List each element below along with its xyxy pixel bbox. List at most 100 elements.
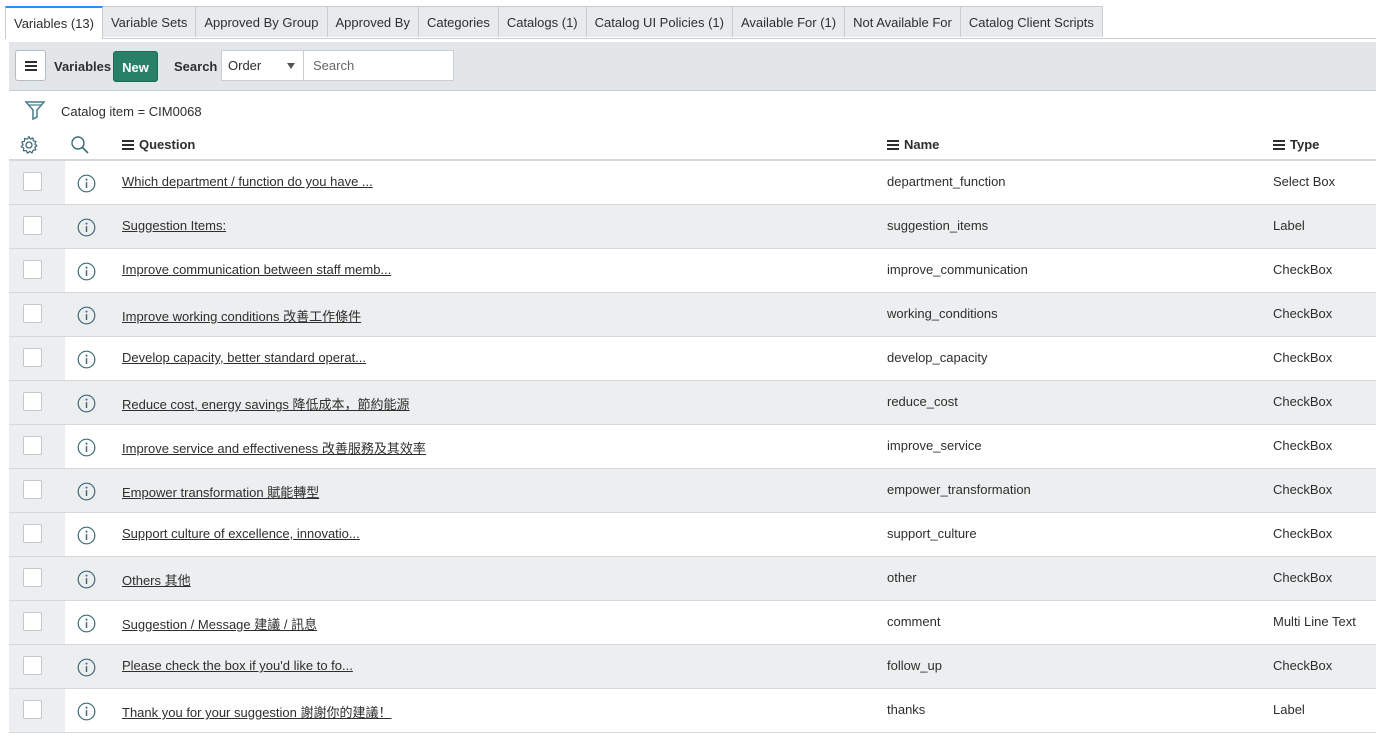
variable-type: Multi Line Text bbox=[1273, 614, 1356, 629]
info-icon[interactable] bbox=[77, 614, 96, 636]
row-checkbox[interactable] bbox=[23, 260, 42, 279]
tab-catalogs[interactable]: Catalogs (1) bbox=[497, 6, 587, 37]
variable-name: other bbox=[887, 570, 917, 585]
table-row: Please check the box if you'd like to fo… bbox=[9, 645, 1376, 689]
column-header-name[interactable]: Name bbox=[887, 137, 939, 152]
info-icon[interactable] bbox=[77, 438, 96, 460]
info-icon[interactable] bbox=[77, 174, 96, 196]
column-label: Name bbox=[904, 137, 940, 152]
table-row: Others 其他 other CheckBox bbox=[9, 557, 1376, 601]
table-row: Support culture of excellence, innovatio… bbox=[9, 513, 1376, 557]
row-checkbox[interactable] bbox=[23, 392, 42, 411]
search-icon[interactable] bbox=[70, 135, 90, 158]
table-row: Improve communication between staff memb… bbox=[9, 249, 1376, 293]
question-link[interactable]: Reduce cost, energy savings 降低成本，節約能源 bbox=[122, 394, 410, 413]
table-row: Develop capacity, better standard operat… bbox=[9, 337, 1376, 381]
filter-icon[interactable] bbox=[24, 99, 46, 124]
row-checkbox[interactable] bbox=[23, 172, 42, 191]
table-row: Suggestion Items: suggestion_items Label bbox=[9, 205, 1376, 249]
info-icon[interactable] bbox=[77, 262, 96, 284]
variable-name: follow_up bbox=[887, 658, 942, 673]
select-cell bbox=[9, 601, 65, 644]
info-icon[interactable] bbox=[77, 482, 96, 504]
select-cell bbox=[9, 161, 65, 204]
variable-type: CheckBox bbox=[1273, 658, 1333, 673]
tab-not-available-for[interactable]: Not Available For bbox=[844, 6, 961, 37]
list-title: Variables bbox=[54, 59, 112, 74]
table-row: Reduce cost, energy savings 降低成本，節約能源 red… bbox=[9, 381, 1376, 425]
related-list-tabs: Variables (13) Variable Sets Approved By G… bbox=[5, 6, 1376, 39]
new-button[interactable]: New bbox=[113, 51, 158, 82]
tab-approved-by[interactable]: Approved By bbox=[326, 6, 419, 37]
select-cell bbox=[9, 513, 65, 556]
search-label: Search bbox=[174, 59, 218, 74]
row-checkbox[interactable] bbox=[23, 216, 42, 235]
row-checkbox[interactable] bbox=[23, 436, 42, 455]
variable-name: improve_communication bbox=[887, 262, 1028, 277]
question-link[interactable]: Which department / function do you have … bbox=[122, 174, 373, 189]
column-menu-icon[interactable] bbox=[122, 139, 134, 150]
row-checkbox[interactable] bbox=[23, 480, 42, 499]
variable-type: Label bbox=[1273, 218, 1305, 233]
tab-catalog-ui-policies[interactable]: Catalog UI Policies (1) bbox=[585, 6, 733, 37]
question-link[interactable]: Improve communication between staff memb… bbox=[122, 262, 391, 277]
row-checkbox[interactable] bbox=[23, 656, 42, 675]
list-header: Question Name Type bbox=[9, 130, 1376, 161]
select-cell bbox=[9, 337, 65, 380]
select-cell bbox=[9, 557, 65, 600]
variable-type: CheckBox bbox=[1273, 438, 1333, 453]
tab-available-for[interactable]: Available For (1) bbox=[731, 6, 846, 37]
column-header-type[interactable]: Type bbox=[1273, 137, 1319, 152]
tab-approved-by-group[interactable]: Approved By Group bbox=[195, 6, 328, 37]
select-cell bbox=[9, 689, 65, 732]
info-icon[interactable] bbox=[77, 218, 96, 240]
question-link[interactable]: Thank you for your suggestion 謝謝你的建議！ bbox=[122, 702, 392, 721]
tab-variable-sets[interactable]: Variable Sets bbox=[101, 6, 197, 37]
select-cell bbox=[9, 293, 65, 336]
row-checkbox[interactable] bbox=[23, 524, 42, 543]
question-link[interactable]: Develop capacity, better standard operat… bbox=[122, 350, 366, 365]
info-icon[interactable] bbox=[77, 570, 96, 592]
question-link[interactable]: Suggestion Items: bbox=[122, 218, 226, 233]
info-icon[interactable] bbox=[77, 526, 96, 548]
filter-condition[interactable]: Catalog item = CIM0068 bbox=[61, 104, 202, 119]
question-link[interactable]: Suggestion / Message 建議 / 訊息 bbox=[122, 614, 317, 633]
select-cell bbox=[9, 249, 65, 292]
row-checkbox[interactable] bbox=[23, 304, 42, 323]
question-link[interactable]: Improve working conditions 改善工作條件 bbox=[122, 306, 361, 325]
row-checkbox[interactable] bbox=[23, 348, 42, 367]
question-link[interactable]: Support culture of excellence, innovatio… bbox=[122, 526, 360, 541]
info-icon[interactable] bbox=[77, 702, 96, 724]
tab-categories[interactable]: Categories bbox=[417, 6, 499, 37]
info-icon[interactable] bbox=[77, 658, 96, 680]
list-menu-button[interactable] bbox=[15, 50, 46, 81]
row-checkbox[interactable] bbox=[23, 612, 42, 631]
column-menu-icon[interactable] bbox=[1273, 139, 1285, 150]
variable-name: comment bbox=[887, 614, 941, 629]
question-link[interactable]: Others 其他 bbox=[122, 570, 191, 589]
tab-variables[interactable]: Variables (13) bbox=[5, 6, 103, 39]
search-input[interactable] bbox=[304, 50, 454, 81]
table-row: Thank you for your suggestion 謝謝你的建議！ tha… bbox=[9, 689, 1376, 733]
column-header-question[interactable]: Question bbox=[122, 137, 195, 152]
row-checkbox[interactable] bbox=[23, 568, 42, 587]
question-link[interactable]: Empower transformation 賦能轉型 bbox=[122, 482, 319, 501]
info-icon[interactable] bbox=[77, 394, 96, 416]
question-link[interactable]: Please check the box if you'd like to fo… bbox=[122, 658, 353, 673]
variable-type: CheckBox bbox=[1273, 306, 1333, 321]
gear-icon[interactable] bbox=[19, 135, 39, 158]
variable-name: department_function bbox=[887, 174, 1006, 189]
variable-name: improve_service bbox=[887, 438, 982, 453]
variable-type: CheckBox bbox=[1273, 526, 1333, 541]
question-link[interactable]: Improve service and effectiveness 改善服務及其… bbox=[122, 438, 426, 457]
variable-type: CheckBox bbox=[1273, 570, 1333, 585]
tab-catalog-client-scripts[interactable]: Catalog Client Scripts bbox=[959, 6, 1103, 37]
info-icon[interactable] bbox=[77, 306, 96, 328]
column-label: Type bbox=[1290, 137, 1320, 152]
search-field-select[interactable]: Order bbox=[221, 50, 304, 81]
variable-type: Select Box bbox=[1273, 174, 1336, 189]
info-icon[interactable] bbox=[77, 350, 96, 372]
row-checkbox[interactable] bbox=[23, 700, 42, 719]
column-menu-icon[interactable] bbox=[887, 139, 899, 150]
select-cell bbox=[9, 381, 65, 424]
